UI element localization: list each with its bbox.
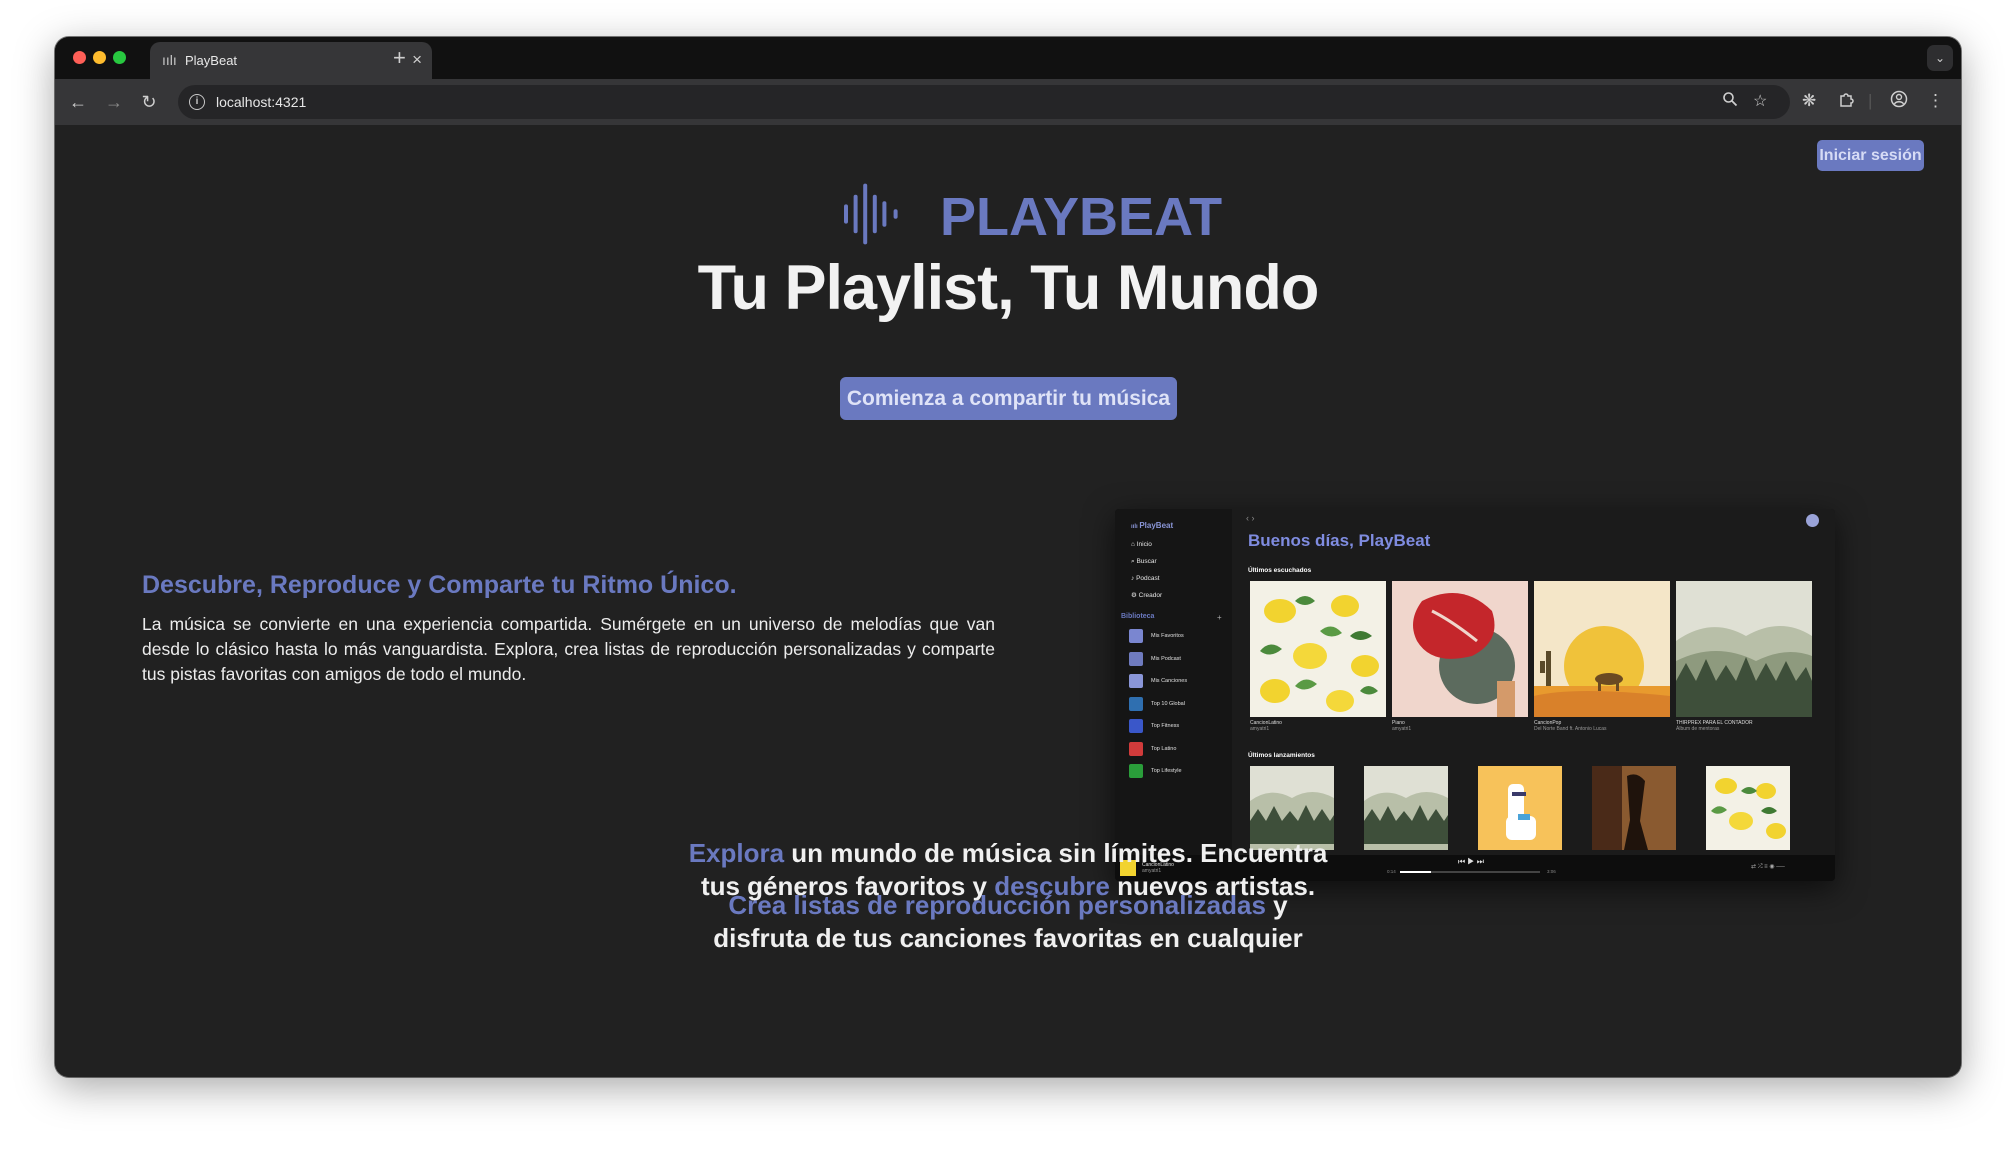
preview-library-item: Mis Favoritos	[1129, 629, 1229, 645]
preview-library-thumb	[1129, 719, 1143, 733]
kebab-menu-icon[interactable]: ⋮	[1927, 90, 1944, 112]
preview-avatar	[1806, 514, 1819, 527]
preview-library-item: Top 10 Global	[1129, 696, 1229, 713]
hero-title: Tu Playlist, Tu Mundo	[697, 253, 1320, 323]
preview-releases-label: Últimos lanzamientos	[1248, 752, 1315, 759]
preview-library-thumb	[1129, 764, 1143, 778]
preview-library-item: Mis Podcast	[1129, 651, 1229, 668]
browser-toolbar: ← → ↻ i localhost:4321 ☆ ❋ | ⋮	[55, 79, 1961, 125]
back-button[interactable]: ←	[64, 88, 92, 116]
waveform-logo-icon	[844, 183, 898, 245]
preview-nav-creador: ⚙ Creador	[1131, 592, 1163, 599]
profile-icon[interactable]	[1890, 90, 1908, 114]
start-sharing-button[interactable]: Comienza a compartir tu música	[840, 377, 1177, 420]
maximize-window-button[interactable]	[113, 51, 126, 64]
address-bar[interactable]: i localhost:4321 ☆	[178, 85, 1790, 119]
preview-album-lemons	[1250, 581, 1386, 717]
preview-library-add-icon: +	[1217, 613, 1222, 622]
playlist-text: Crea listas de reproducción personalizad…	[713, 890, 1303, 953]
tab-title: PlayBeat	[185, 53, 238, 68]
preview-library-label: Mis Canciones	[1151, 678, 1188, 684]
bookmark-star-icon[interactable]: ☆	[1753, 91, 1767, 113]
preview-brand: ıılı PlayBeat	[1131, 521, 1174, 530]
preview-album-desert	[1534, 581, 1670, 717]
tab-search-button[interactable]: ⌄	[1927, 45, 1953, 71]
preview-nav-arrows: ‹ ›	[1246, 513, 1255, 523]
preview-nav-inicio: ⌂ Inicio	[1131, 541, 1152, 548]
zoom-icon[interactable]	[1722, 91, 1738, 114]
app-preview-image: ıılı PlayBeat ⌂ Inicio ⌕ Buscar ♪ Podcas…	[1115, 509, 1835, 881]
preview-library-label: Mis Favoritos	[1151, 633, 1184, 639]
login-button[interactable]: Iniciar sesión	[1817, 140, 1924, 171]
preview-library-item: Top Lifestyle	[1129, 764, 1229, 780]
brand-logo-text: PLAYBEAT	[940, 187, 1223, 247]
preview-library-thumb	[1129, 674, 1143, 688]
waveform-icon: ıılı	[162, 52, 177, 68]
preview-library-thumb	[1129, 741, 1143, 756]
new-tab-button[interactable]: +	[393, 47, 406, 69]
close-tab-icon[interactable]: ×	[412, 51, 422, 68]
tab-strip: ıılı PlayBeat × + ⌄	[55, 37, 1961, 79]
preview-nav-buscar: ⌕ Buscar	[1131, 558, 1157, 565]
preview-main: ‹ › Buenos días, PlayBeat Últimos escuch…	[1232, 509, 1835, 855]
preview-nav-podcast: ♪ Podcast	[1131, 575, 1160, 582]
preview-recent-label: Últimos escuchados	[1248, 567, 1312, 574]
preview-library-label: Mis Podcast	[1151, 655, 1181, 662]
page-viewport: Iniciar sesión PLAYBEAT Tu Playlist, Tu …	[55, 125, 1961, 1077]
preview-recent-caption-1: CancionLatino amyatri1	[1250, 720, 1282, 732]
preview-recent-caption-4: THIRPREX PARA EL CONTADOR Álbum de mentor…	[1676, 720, 1753, 732]
preview-library-label: Biblioteca	[1121, 613, 1155, 620]
reload-button[interactable]: ↻	[135, 88, 163, 116]
preview-sidebar: ıılı PlayBeat ⌂ Inicio ⌕ Buscar ♪ Podcas…	[1115, 509, 1232, 855]
puzzle-icon[interactable]	[1838, 90, 1856, 114]
extension-icon[interactable]: ❋	[1802, 90, 1816, 112]
preview-library-thumb	[1129, 629, 1143, 643]
forward-button[interactable]: →	[100, 88, 128, 116]
preview-library-thumb	[1129, 696, 1143, 711]
preview-library-label: Top Fitness	[1151, 723, 1180, 729]
url-text[interactable]: localhost:4321	[216, 94, 306, 110]
preview-library-label: Top Latino	[1151, 745, 1177, 752]
site-info-icon[interactable]: i	[189, 94, 205, 110]
toolbar-divider: |	[1868, 91, 1873, 110]
preview-greeting: Buenos días, PlayBeat	[1248, 531, 1431, 550]
browser-tab[interactable]: ıılı PlayBeat ×	[150, 42, 432, 79]
close-window-button[interactable]	[73, 51, 86, 64]
feature-title: Descubre, Reproduce y Comparte tu Ritmo …	[142, 571, 737, 599]
preview-recent-caption-2: Piano amyatri1	[1392, 720, 1412, 732]
preview-library-label: Top Lifestyle	[1151, 768, 1182, 774]
preview-library-item: Top Fitness	[1129, 719, 1229, 735]
preview-recent-caption-3: CancionPop Del Norte Band ft. Antonio Luc…	[1534, 720, 1607, 732]
preview-album-mountains	[1676, 581, 1812, 717]
minimize-window-button[interactable]	[93, 51, 106, 64]
feature-description: La música se convierte en una experienci…	[142, 614, 995, 684]
preview-library-item: Mis Canciones	[1129, 674, 1229, 690]
preview-library-item: Top Latino	[1129, 741, 1229, 758]
preview-album-plant	[1392, 581, 1528, 717]
preview-library-label: Top 10 Global	[1151, 700, 1185, 707]
preview-library-thumb	[1129, 651, 1143, 666]
browser-window: ıılı PlayBeat × + ⌄ ← → ↻ i localhost:43…	[55, 37, 1961, 1077]
